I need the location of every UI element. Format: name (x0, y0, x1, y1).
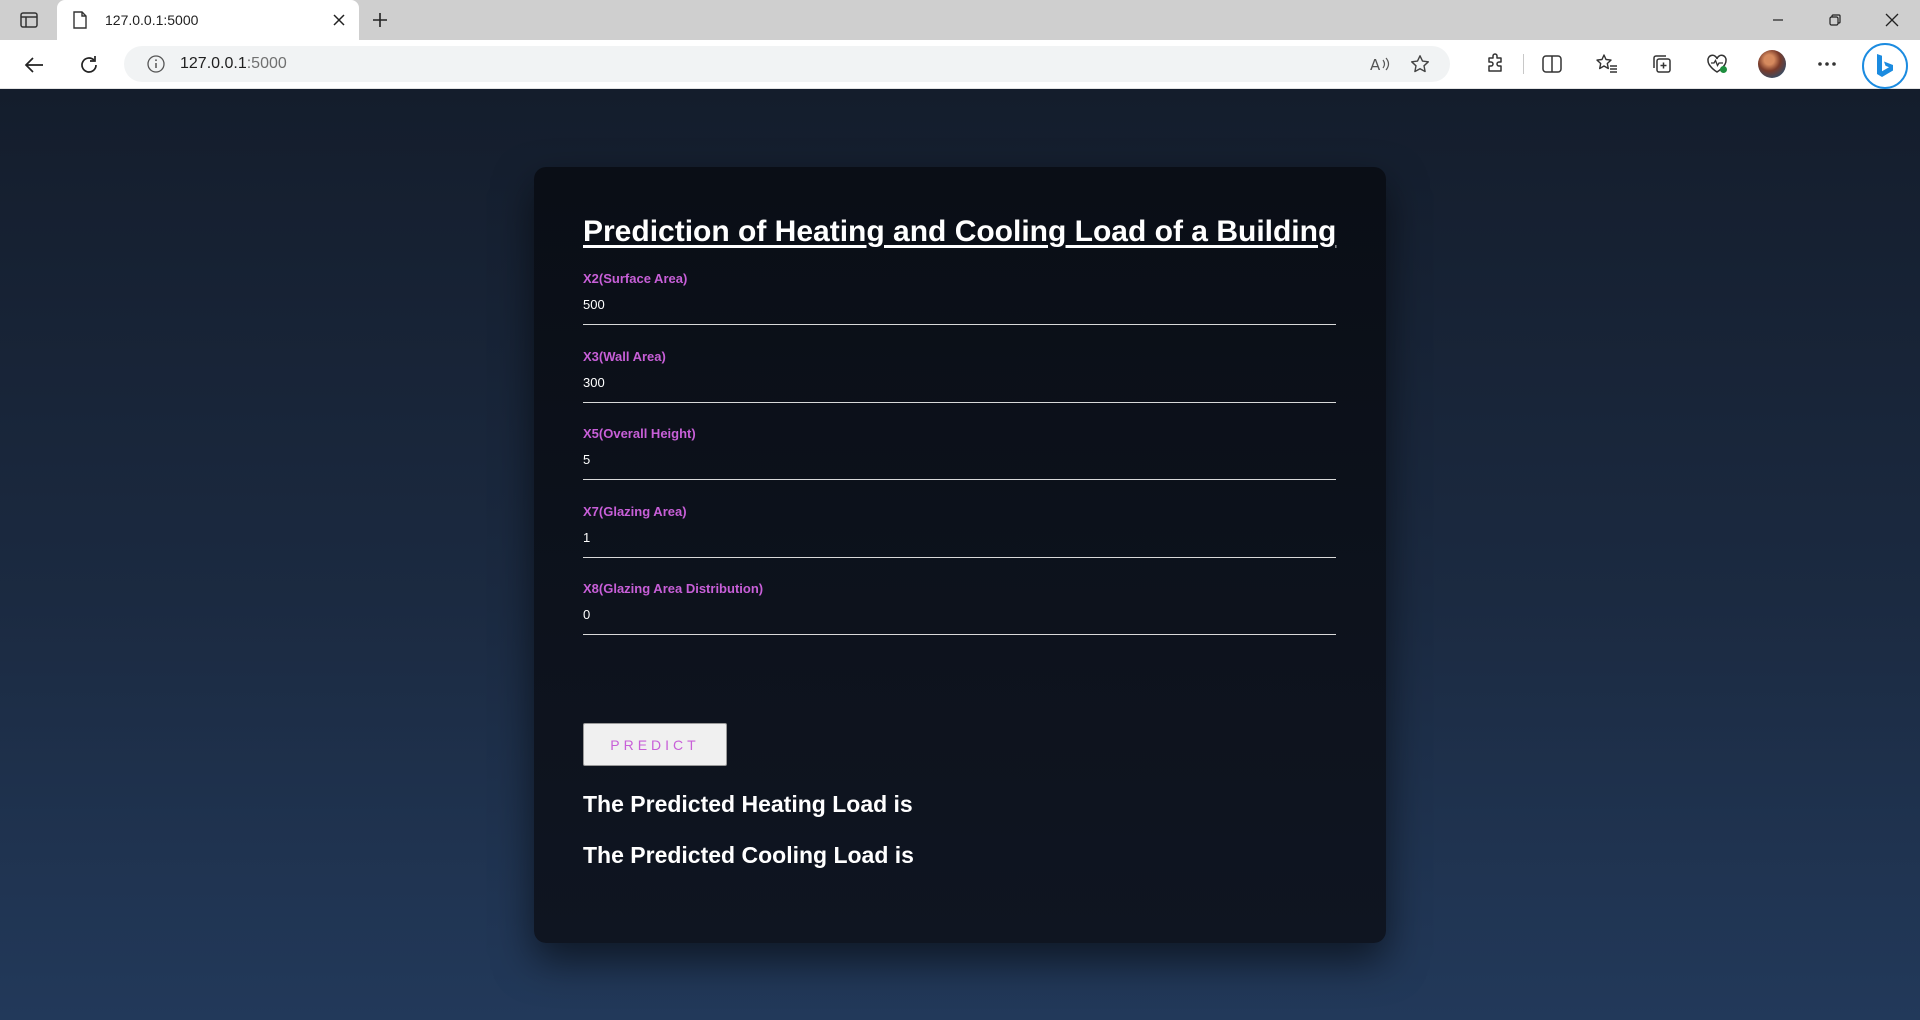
extensions-icon[interactable] (1468, 47, 1523, 81)
tab-title: 127.0.0.1:5000 (105, 12, 199, 28)
page-viewport: Prediction of Heating and Cooling Load o… (0, 89, 1920, 1020)
field-glazing-area: X7(Glazing Area) (583, 504, 1336, 558)
page-title: Prediction of Heating and Cooling Load o… (583, 215, 1337, 248)
field-wall-area: X3(Wall Area) (583, 349, 1336, 403)
address-bar[interactable]: 127.0.0.1:5000 A (124, 46, 1450, 82)
toolbar-icons (1468, 47, 1854, 81)
surface-area-input[interactable] (583, 294, 1336, 325)
favorite-star-icon[interactable] (1400, 47, 1440, 81)
glazing-area-distribution-input[interactable] (583, 604, 1336, 635)
surface-area-label: X2(Surface Area) (583, 271, 688, 286)
more-options-icon[interactable] (1799, 47, 1854, 81)
prediction-form-card: Prediction of Heating and Cooling Load o… (534, 167, 1386, 943)
split-screen-icon[interactable] (1524, 47, 1579, 81)
glazing-area-input[interactable] (583, 527, 1336, 558)
browser-tab-active[interactable]: 127.0.0.1:5000 (57, 0, 359, 40)
overall-height-input[interactable] (583, 449, 1336, 480)
read-aloud-icon[interactable]: A (1360, 47, 1400, 81)
page-icon (73, 10, 91, 30)
site-info-icon[interactable] (146, 54, 166, 74)
restore-icon[interactable] (1806, 0, 1863, 40)
url-port: :5000 (246, 55, 287, 72)
field-surface-area: X2(Surface Area) (583, 271, 1336, 325)
url-text[interactable]: 127.0.0.1:5000 (180, 55, 1360, 73)
refresh-icon[interactable] (72, 48, 106, 82)
close-window-icon[interactable] (1863, 0, 1920, 40)
favorites-icon[interactable] (1579, 47, 1634, 81)
back-icon[interactable] (17, 48, 51, 82)
cooling-load-result: The Predicted Cooling Load is (583, 842, 914, 868)
minimize-icon[interactable] (1749, 0, 1806, 40)
heating-load-result: The Predicted Heating Load is (583, 791, 913, 817)
window-controls (1749, 0, 1920, 40)
close-tab-icon[interactable] (323, 4, 355, 36)
wall-area-input[interactable] (583, 372, 1336, 403)
glazing-area-distribution-label: X8(Glazing Area Distribution) (583, 581, 764, 596)
collections-icon[interactable] (1634, 47, 1689, 81)
overall-height-label: X5(Overall Height) (583, 426, 696, 441)
bing-copilot-icon[interactable] (1862, 43, 1908, 89)
field-overall-height: X5(Overall Height) (583, 426, 1336, 480)
browser-toolbar: 127.0.0.1:5000 A (0, 40, 1920, 89)
profile-avatar[interactable] (1744, 47, 1799, 81)
url-host: 127.0.0.1 (180, 55, 247, 72)
wall-area-label: X3(Wall Area) (583, 349, 666, 364)
predict-button[interactable]: PREDICT (583, 723, 727, 766)
browser-essentials-icon[interactable] (1689, 47, 1744, 81)
tab-actions-icon[interactable] (16, 8, 42, 32)
new-tab-icon[interactable] (366, 6, 394, 34)
field-glazing-area-distribution: X8(Glazing Area Distribution) (583, 581, 1336, 635)
avatar (1757, 50, 1786, 78)
browser-tabbar: 127.0.0.1:5000 (0, 0, 1920, 40)
svg-text:A: A (1370, 56, 1381, 73)
glazing-area-label: X7(Glazing Area) (583, 504, 687, 519)
